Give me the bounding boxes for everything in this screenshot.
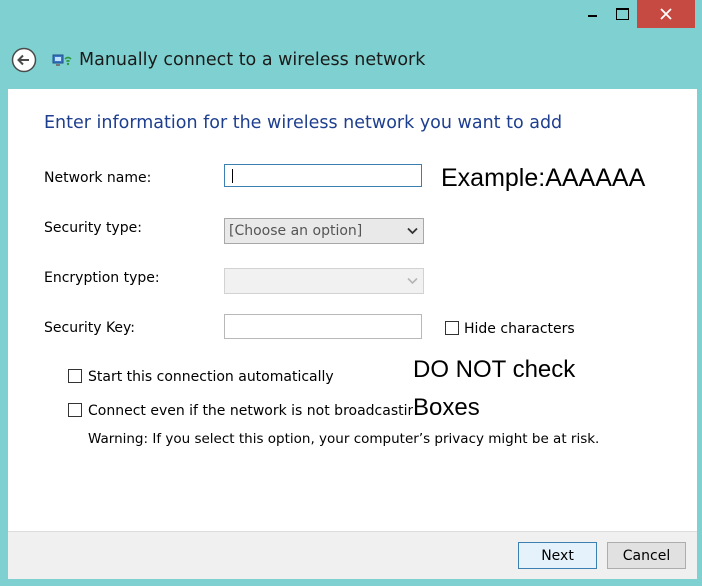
text-caret [232, 169, 233, 183]
chevron-down-icon [407, 227, 418, 235]
maximize-icon [615, 8, 629, 20]
back-button[interactable] [11, 47, 37, 73]
maximize-button[interactable] [608, 0, 636, 28]
hide-characters-checkbox[interactable] [445, 321, 459, 335]
hide-characters-label: Hide characters [464, 321, 575, 337]
minimize-icon [587, 15, 597, 17]
do-not-check-annotation-line1: DO NOT check [413, 356, 576, 384]
close-icon [660, 8, 672, 20]
encryption-type-label: Encryption type: [44, 270, 160, 286]
security-type-value: [Choose an option] [229, 223, 363, 239]
connect-not-broadcasting-checkbox[interactable] [68, 403, 82, 417]
minimize-button[interactable] [578, 0, 606, 28]
security-type-label: Security type: [44, 220, 142, 236]
privacy-warning: Warning: If you select this option, your… [88, 431, 600, 447]
next-button[interactable]: Next [518, 542, 597, 569]
example-annotation: Example:AAAAAA [441, 164, 646, 193]
network-name-label: Network name: [44, 170, 152, 186]
main-panel [8, 89, 697, 531]
window-title: Manually connect to a wireless network [79, 50, 426, 70]
start-automatically-checkbox[interactable] [68, 369, 82, 383]
wireless-network-icon [52, 52, 72, 70]
chevron-down-icon [407, 277, 418, 285]
do-not-check-annotation-line2: Boxes [413, 394, 480, 422]
security-key-label: Security Key: [44, 320, 136, 336]
encryption-type-select[interactable] [224, 268, 424, 294]
back-arrow-icon [11, 47, 37, 73]
close-button[interactable] [637, 0, 695, 28]
network-name-input[interactable] [224, 164, 422, 187]
cancel-button[interactable]: Cancel [607, 542, 686, 569]
security-key-input[interactable] [224, 314, 422, 339]
connect-not-broadcasting-label: Connect even if the network is not broad… [88, 403, 426, 419]
security-type-select[interactable]: [Choose an option] [224, 218, 424, 244]
start-automatically-label: Start this connection automatically [88, 369, 334, 385]
page-heading: Enter information for the wireless netwo… [44, 113, 563, 133]
